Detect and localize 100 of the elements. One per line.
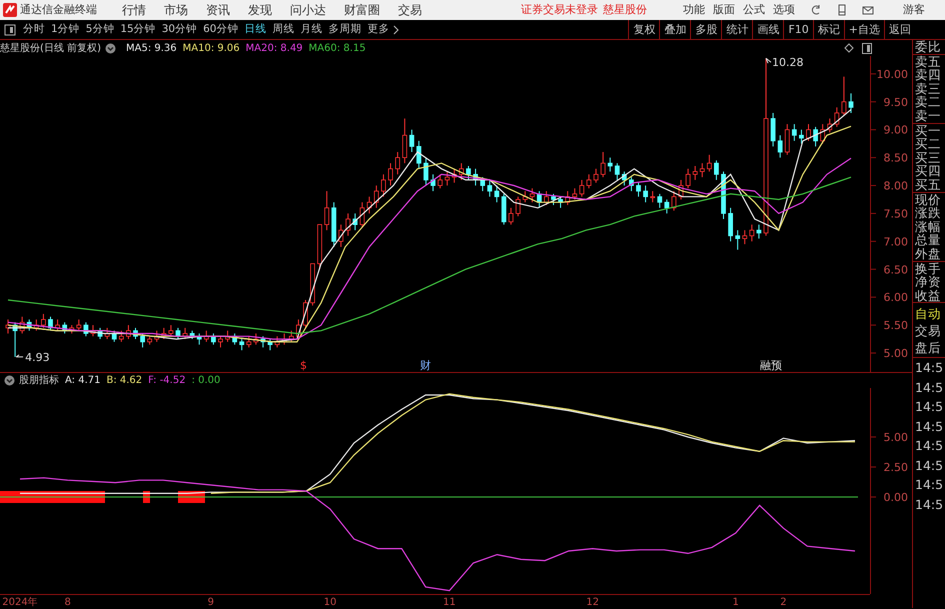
- candlestick: [728, 207, 733, 242]
- candlestick: [799, 129, 804, 144]
- login-status: 证券交易未登录: [521, 2, 598, 18]
- candlestick: [778, 134, 783, 158]
- period-tab[interactable]: 月线: [298, 22, 326, 38]
- quote-field-label: 涨幅: [915, 220, 942, 234]
- period-tab[interactable]: 更多: [364, 22, 392, 38]
- toolbar-button[interactable]: 复权: [628, 20, 660, 40]
- candlestick: [784, 124, 790, 156]
- trade-time: 14:5: [914, 398, 944, 416]
- app-logo-icon: [3, 3, 17, 17]
- dropdown-icon[interactable]: [104, 42, 116, 54]
- candlestick: [516, 196, 520, 217]
- toolbar-button[interactable]: 返回: [884, 20, 915, 40]
- quote-field-label: 涨跌: [915, 206, 942, 220]
- axis-tick-label: 5.00: [884, 430, 908, 444]
- toolbar-button[interactable]: 标记: [812, 20, 844, 40]
- period-tab[interactable]: 1分钟: [48, 22, 83, 38]
- chevron-icon[interactable]: [392, 24, 400, 34]
- menu-item[interactable]: 行情: [122, 1, 146, 19]
- toolbar-button[interactable]: +自选: [844, 20, 884, 40]
- menu-item[interactable]: 财富圈: [344, 1, 380, 19]
- candlestick: [742, 230, 748, 245]
- stock-link[interactable]: 慈星股份: [603, 2, 647, 18]
- menu-item[interactable]: 选项: [773, 2, 795, 18]
- axis-tick-label: 2.50: [884, 461, 908, 474]
- candlestick: [657, 193, 662, 208]
- candlestick: [246, 336, 252, 348]
- mode-label[interactable]: 盘后: [915, 339, 945, 356]
- period-tab[interactable]: 多周期: [326, 22, 364, 38]
- trade-time: 14:5: [914, 476, 944, 494]
- toolbar-button[interactable]: 画线: [752, 20, 784, 40]
- axis-tick-label: 5.50: [884, 319, 908, 332]
- toolbar-button[interactable]: 多股: [690, 20, 722, 40]
- candlestick: [551, 193, 556, 206]
- leader-line: [16, 354, 24, 358]
- legend-value: MA60: 8.15: [308, 42, 366, 56]
- candlestick: [735, 230, 740, 250]
- candlestick: [579, 179, 584, 198]
- quote-field-label: 买五: [915, 178, 942, 192]
- candlestick: [409, 129, 414, 153]
- period-tab[interactable]: 周线: [270, 22, 298, 38]
- mode-label[interactable]: 自动: [915, 305, 945, 322]
- axis-tick-label: 7.50: [884, 207, 908, 220]
- menu-item[interactable]: 版面: [713, 2, 735, 18]
- candlestick: [76, 319, 82, 332]
- period-tab[interactable]: 分时: [20, 22, 48, 38]
- high-price-label: 10.28: [772, 56, 804, 70]
- legend-value: MA5: 9.36: [126, 42, 177, 56]
- date-axis-label: 11: [443, 597, 456, 608]
- mode-label[interactable]: 交易: [915, 322, 945, 340]
- legend-value: MA20: 8.49: [246, 42, 303, 56]
- period-tab[interactable]: 60分钟: [200, 22, 242, 38]
- axis-tick-label: 7.00: [884, 235, 908, 248]
- panel-toggle-icon[interactable]: [4, 24, 16, 36]
- candlestick: [424, 157, 428, 186]
- menu-item[interactable]: 问小达: [290, 1, 326, 19]
- candlestick: [572, 188, 578, 200]
- trade-time: 14:5: [914, 496, 944, 514]
- candlestick: [686, 168, 690, 189]
- menu-item[interactable]: 功能: [683, 2, 705, 18]
- candlestick: [692, 165, 698, 180]
- event-marker[interactable]: 财: [420, 359, 431, 372]
- toolbar-button[interactable]: 叠加: [659, 20, 690, 40]
- period-tab[interactable]: 30分钟: [158, 22, 200, 38]
- phone-icon[interactable]: [836, 4, 848, 16]
- diamond-icon[interactable]: [844, 43, 854, 53]
- event-marker[interactable]: 融预: [760, 359, 782, 372]
- quote-field-label: 外盘: [915, 246, 942, 260]
- toolbar-button[interactable]: 统计: [721, 20, 752, 40]
- refresh-icon[interactable]: [810, 4, 822, 16]
- menu-item[interactable]: 交易: [398, 1, 422, 19]
- candlestick: [706, 154, 712, 172]
- period-tab[interactable]: 5分钟: [82, 22, 118, 38]
- toolbar-button[interactable]: F10: [783, 20, 813, 40]
- date-axis-label: 8: [64, 597, 71, 608]
- user-label[interactable]: 游客: [903, 2, 925, 18]
- candlestick: [430, 174, 436, 192]
- menu-item[interactable]: 发现: [248, 1, 272, 19]
- quote-field-label: 卖五: [915, 54, 942, 68]
- quote-field-label: 卖四: [915, 68, 942, 82]
- candlestick: [324, 190, 330, 231]
- menu-item[interactable]: 市场: [164, 1, 188, 19]
- period-tab[interactable]: 15分钟: [117, 22, 159, 38]
- legend-value: : 0.00: [192, 374, 220, 388]
- period-tab[interactable]: 日线: [242, 22, 270, 38]
- menu-item[interactable]: 公式: [743, 2, 765, 18]
- axis-tick-label: 0.00: [884, 491, 908, 504]
- panel-toggle-icon[interactable]: [862, 42, 872, 54]
- candlestick: [118, 330, 124, 342]
- menu-item[interactable]: 资讯: [206, 1, 230, 19]
- trade-time: 14:5: [914, 456, 944, 475]
- mail-icon[interactable]: [862, 4, 874, 16]
- quote-field-label: 买一: [915, 124, 942, 138]
- candlestick: [218, 336, 223, 348]
- dropdown-icon[interactable]: [4, 375, 15, 386]
- event-marker[interactable]: $: [300, 359, 307, 372]
- axis-tick-label: 9.00: [884, 124, 908, 137]
- candlestick: [586, 174, 592, 189]
- candlestick: [140, 332, 145, 348]
